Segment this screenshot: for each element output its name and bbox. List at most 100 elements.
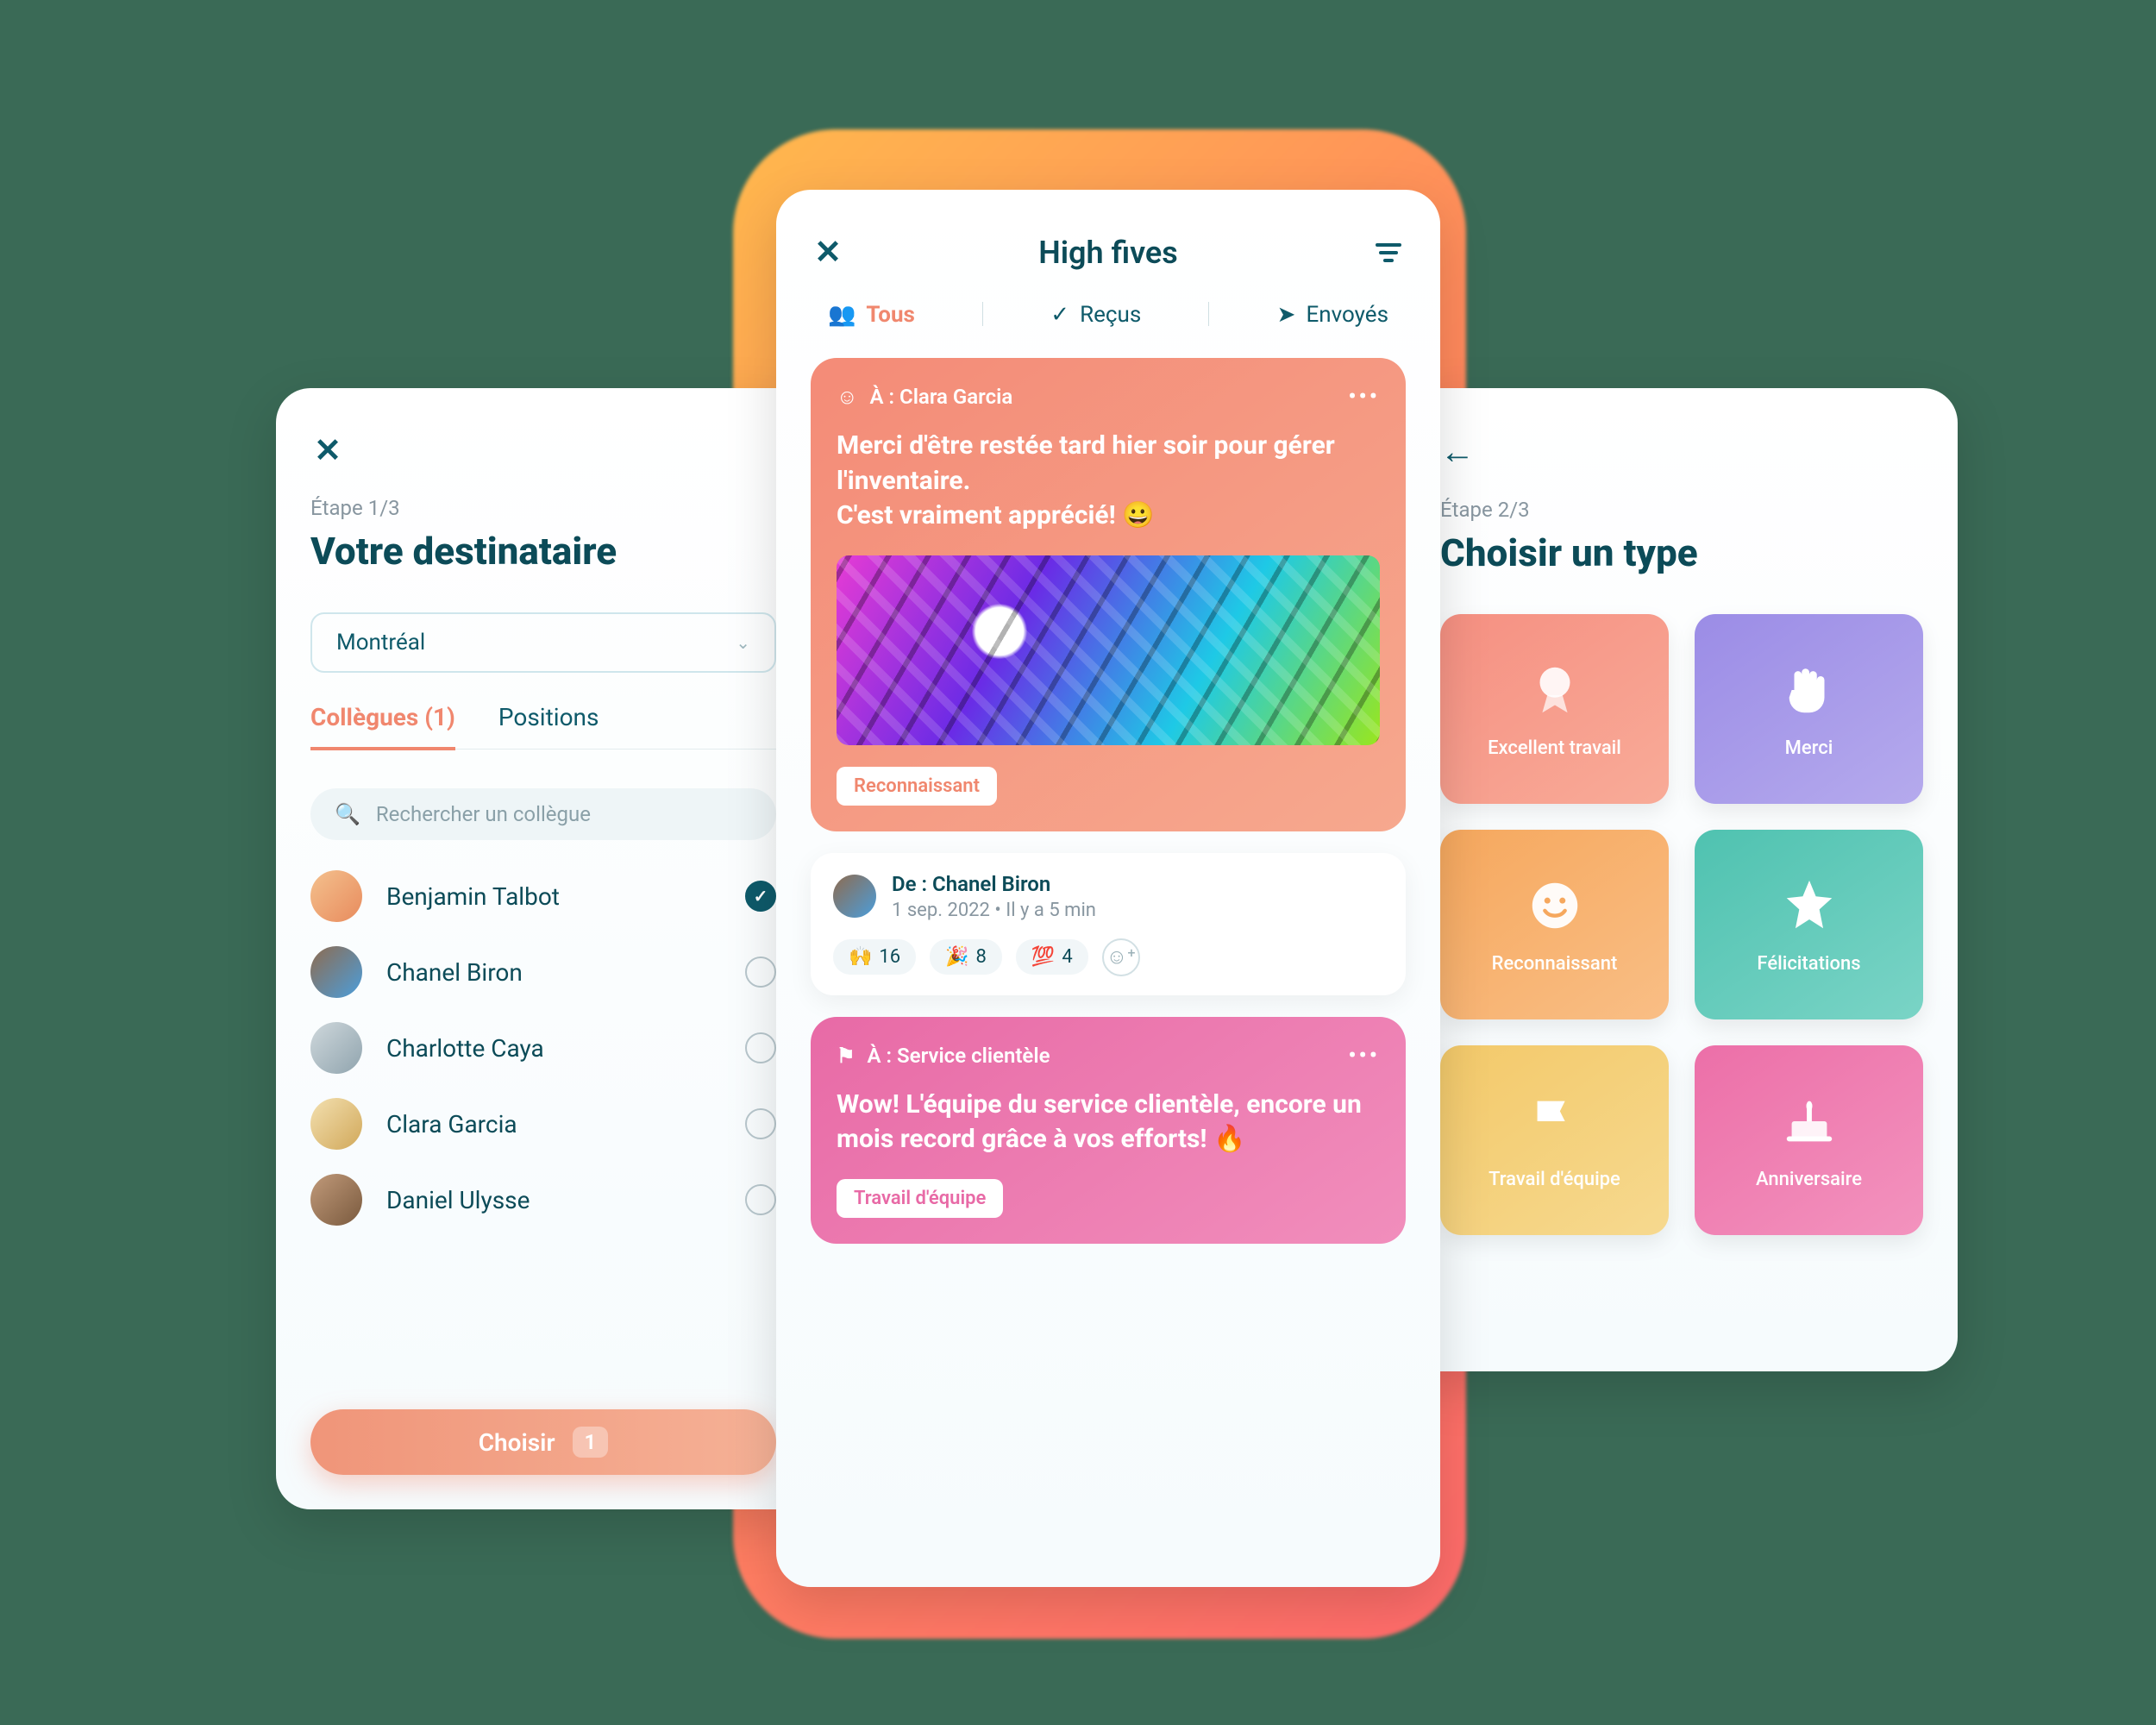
check-icon: ✓: [1050, 302, 1069, 328]
list-item[interactable]: Daniel Ulysse: [310, 1174, 776, 1226]
reaction-emoji: 💯: [1031, 946, 1055, 968]
cake-icon: [1779, 1091, 1839, 1151]
more-icon[interactable]: •••: [1348, 384, 1380, 410]
more-icon[interactable]: •••: [1348, 1043, 1380, 1069]
reaction-count: 16: [879, 946, 900, 968]
filter-icon[interactable]: [1371, 243, 1406, 262]
radio[interactable]: [745, 1108, 776, 1139]
send-icon: ➤: [1277, 302, 1296, 328]
card-to: À : Service clientèle: [868, 1044, 1050, 1068]
location-select[interactable]: Montréal ⌄: [310, 612, 776, 673]
flag-icon: [1525, 1091, 1585, 1151]
reaction-chip[interactable]: 💯 4: [1016, 939, 1088, 975]
from-name: De : Chanel Biron: [892, 872, 1096, 896]
segment-control: 👥 Tous ✓ Reçus ➤ Envoyés: [811, 302, 1406, 328]
colleague-name: Charlotte Caya: [386, 1034, 721, 1063]
colleague-list: Benjamin Talbot ✓ Chanel Biron Charlotte…: [310, 870, 776, 1226]
colleague-name: Daniel Ulysse: [386, 1186, 721, 1214]
card-tag: Reconnaissant: [837, 767, 997, 806]
close-icon[interactable]: ✕: [310, 431, 345, 470]
type-tile-reconnaissant[interactable]: Reconnaissant: [1440, 830, 1669, 1019]
tile-label: Anniversaire: [1756, 1169, 1862, 1190]
reaction-emoji: 🎉: [945, 946, 968, 968]
radio[interactable]: [745, 957, 776, 988]
list-item[interactable]: Clara Garcia: [310, 1098, 776, 1150]
radio[interactable]: [745, 1184, 776, 1215]
reaction-chip[interactable]: 🙌 16: [833, 939, 916, 975]
search-placeholder: Rechercher un collègue: [376, 802, 591, 826]
card-to: À : Clara Garcia: [870, 385, 1013, 409]
reaction-count: 8: [976, 946, 987, 968]
segment-sent[interactable]: ➤ Envoyés: [1277, 302, 1388, 328]
segment-all[interactable]: 👥 Tous: [828, 302, 915, 328]
avatar: [833, 875, 876, 918]
tab-positions[interactable]: Positions: [498, 703, 599, 749]
list-item[interactable]: Charlotte Caya: [310, 1022, 776, 1074]
separator: [982, 302, 983, 326]
recipient-tabs: Collègues (1) Positions: [310, 703, 776, 750]
choose-label: Choisir: [479, 1428, 555, 1457]
reaction-count: 4: [1062, 946, 1072, 968]
feed-panel: ✕ High fives 👥 Tous ✓ Reçus ➤ Envoyés: [776, 190, 1440, 1587]
type-tile-anniversaire[interactable]: Anniversaire: [1695, 1045, 1923, 1235]
search-input[interactable]: 🔍 Rechercher un collègue: [310, 788, 776, 840]
users-icon: 👥: [828, 302, 856, 328]
type-grid: Excellent travail Merci Reconnaissant Fé…: [1440, 614, 1923, 1235]
colleague-name: Benjamin Talbot: [386, 882, 721, 911]
list-item[interactable]: Benjamin Talbot ✓: [310, 870, 776, 922]
recipient-panel: ✕ Étape 1/3 Votre destinataire Montréal …: [276, 388, 811, 1509]
reaction-chip[interactable]: 🎉 8: [930, 939, 1002, 975]
segment-received[interactable]: ✓ Reçus: [1050, 302, 1141, 328]
card-message: Merci d'être restée tard hier soir pour …: [837, 429, 1380, 534]
avatar: [310, 1174, 362, 1226]
step-label: Étape 1/3: [310, 496, 776, 520]
type-tile-travail-equipe[interactable]: Travail d'équipe: [1440, 1045, 1669, 1235]
search-icon: 🔍: [335, 802, 360, 826]
card-gif: [837, 555, 1380, 745]
radio[interactable]: [745, 1032, 776, 1063]
hand-icon: [1779, 660, 1839, 720]
medal-icon: [1525, 660, 1585, 720]
header-title: High fives: [1038, 235, 1178, 271]
separator: [1208, 302, 1209, 326]
highfive-card: ☺ À : Clara Garcia ••• Merci d'être rest…: [811, 358, 1406, 831]
page-title: Votre destinataire: [310, 529, 776, 574]
tile-label: Reconnaissant: [1492, 953, 1618, 975]
colleague-name: Chanel Biron: [386, 958, 721, 987]
type-tile-excellent[interactable]: Excellent travail: [1440, 614, 1669, 804]
choose-count-badge: 1: [573, 1427, 609, 1458]
close-icon[interactable]: ✕: [811, 233, 845, 272]
page-title: Choisir un type: [1440, 530, 1923, 575]
tile-label: Travail d'équipe: [1489, 1169, 1620, 1190]
type-tile-merci[interactable]: Merci: [1695, 614, 1923, 804]
type-panel: ← Étape 2/3 Choisir un type Excellent tr…: [1406, 388, 1958, 1371]
chevron-down-icon: ⌄: [736, 632, 750, 653]
feed: ☺ À : Clara Garcia ••• Merci d'être rest…: [811, 358, 1406, 1244]
reactions: 🙌 16 🎉 8 💯 4 ☺⁺: [833, 938, 1383, 976]
tab-colleagues[interactable]: Collègues (1): [310, 703, 455, 750]
list-item[interactable]: Chanel Biron: [310, 946, 776, 998]
header: ✕ High fives: [811, 233, 1406, 272]
card-message: Wow! L'équipe du service clientèle, enco…: [837, 1088, 1380, 1157]
smile-icon: ☺: [837, 385, 858, 410]
add-reaction-button[interactable]: ☺⁺: [1102, 938, 1140, 976]
card-header: ⚑ À : Service clientèle •••: [837, 1043, 1380, 1069]
flag-icon: ⚑: [837, 1044, 856, 1068]
choose-button[interactable]: Choisir 1: [310, 1409, 776, 1475]
tile-label: Merci: [1785, 737, 1833, 759]
highfive-card: ⚑ À : Service clientèle ••• Wow! L'équip…: [811, 1017, 1406, 1244]
card-header: ☺ À : Clara Garcia •••: [837, 384, 1380, 410]
card-tag: Travail d'équipe: [837, 1179, 1003, 1218]
type-tile-felicitations[interactable]: Félicitations: [1695, 830, 1923, 1019]
radio-selected[interactable]: ✓: [745, 881, 776, 912]
tile-label: Excellent travail: [1488, 737, 1621, 759]
avatar: [310, 1098, 362, 1150]
avatar: [310, 870, 362, 922]
location-value: Montréal: [336, 630, 425, 656]
step-label: Étape 2/3: [1440, 498, 1923, 522]
smile-icon: [1525, 875, 1585, 936]
tile-label: Félicitations: [1757, 953, 1860, 975]
from-block: De : Chanel Biron 1 sep. 2022 • Il y a 5…: [811, 853, 1406, 995]
avatar: [310, 1022, 362, 1074]
back-icon[interactable]: ←: [1440, 431, 1923, 472]
